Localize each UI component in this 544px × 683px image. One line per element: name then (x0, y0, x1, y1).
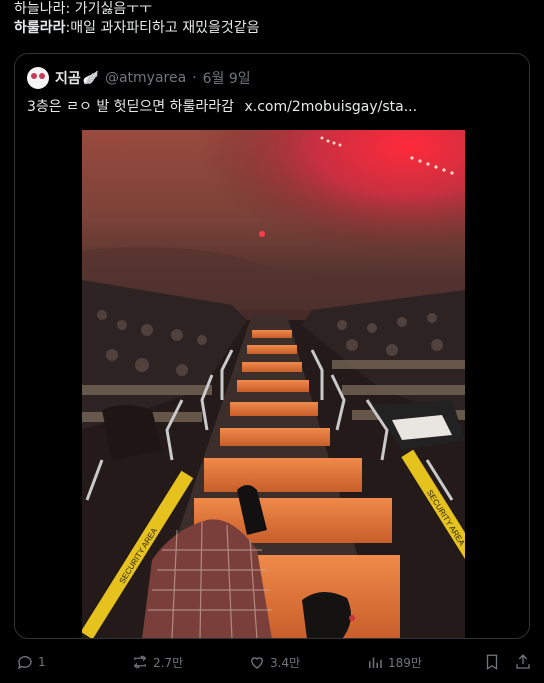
quoted-post-header: 지곰 🪽 @atmyarea · 6월 9일 (27, 67, 251, 89)
retweet-icon (133, 655, 147, 669)
speaker-1: 하늘나라 (14, 1, 66, 17)
line-2-text: 매일 과자파티하고 재밌을것같음 (70, 20, 260, 36)
quoted-post-text: 3층은 ㄹㅇ 발 헛딛으면 하룰라라감 x.com/2mobuisgay/sta… (27, 96, 417, 116)
quoted-post-body: 3층은 ㄹㅇ 발 헛딛으면 하룰라라감 (27, 99, 235, 115)
avatar[interactable] (27, 67, 49, 89)
like-button[interactable]: 3.4만 (248, 653, 300, 671)
reply-button[interactable]: 1 (16, 653, 46, 671)
views-icon (369, 657, 382, 668)
bookmark-icon (486, 654, 498, 671)
arena-stairs-photo[interactable]: SECURITY AREA SECURITY AREA (82, 130, 465, 639)
reply-count: 1 (38, 655, 46, 669)
wing-emoji-icon: 🪽 (82, 70, 99, 86)
post-actions-bar: 1 2.7만 3.4만 189만 (0, 645, 544, 679)
date-separator: · (192, 70, 197, 86)
retweet-count: 2.7만 (153, 655, 184, 670)
quoted-author-name[interactable]: 지곰 (55, 68, 81, 88)
post-line-2: 하룰라라:매일 과자파티하고 재밌을것같음 (14, 20, 260, 36)
share-icon (516, 654, 530, 669)
views-button[interactable]: 189만 (366, 653, 422, 671)
speaker-2: 하룰라라 (14, 20, 66, 36)
reply-icon (17, 656, 32, 670)
line-1-text: 가기싫음ㅜㅜ (74, 1, 152, 17)
bookmark-button[interactable] (483, 653, 505, 671)
like-count: 3.4만 (270, 655, 301, 670)
quoted-post-card[interactable]: 지곰 🪽 @atmyarea · 6월 9일 3층은 ㄹㅇ 발 헛딛으면 하룰라… (14, 53, 530, 639)
heart-icon (251, 657, 263, 669)
quoted-post-link[interactable]: x.com/2mobuisgay/sta... (244, 99, 417, 115)
retweet-button[interactable]: 2.7만 (131, 653, 183, 671)
quoted-author-handle: @atmyarea (104, 70, 187, 86)
views-count: 189만 (388, 655, 422, 670)
quoted-post-date[interactable]: 6월 9일 (203, 68, 251, 88)
post-text: 하늘나라: 가기싫음ㅜㅜ 하룰라라:매일 과자파티하고 재밌을것같음 (14, 0, 259, 38)
share-button[interactable] (514, 653, 536, 671)
post-line-1: 하늘나라: 가기싫음ㅜㅜ (14, 1, 152, 17)
